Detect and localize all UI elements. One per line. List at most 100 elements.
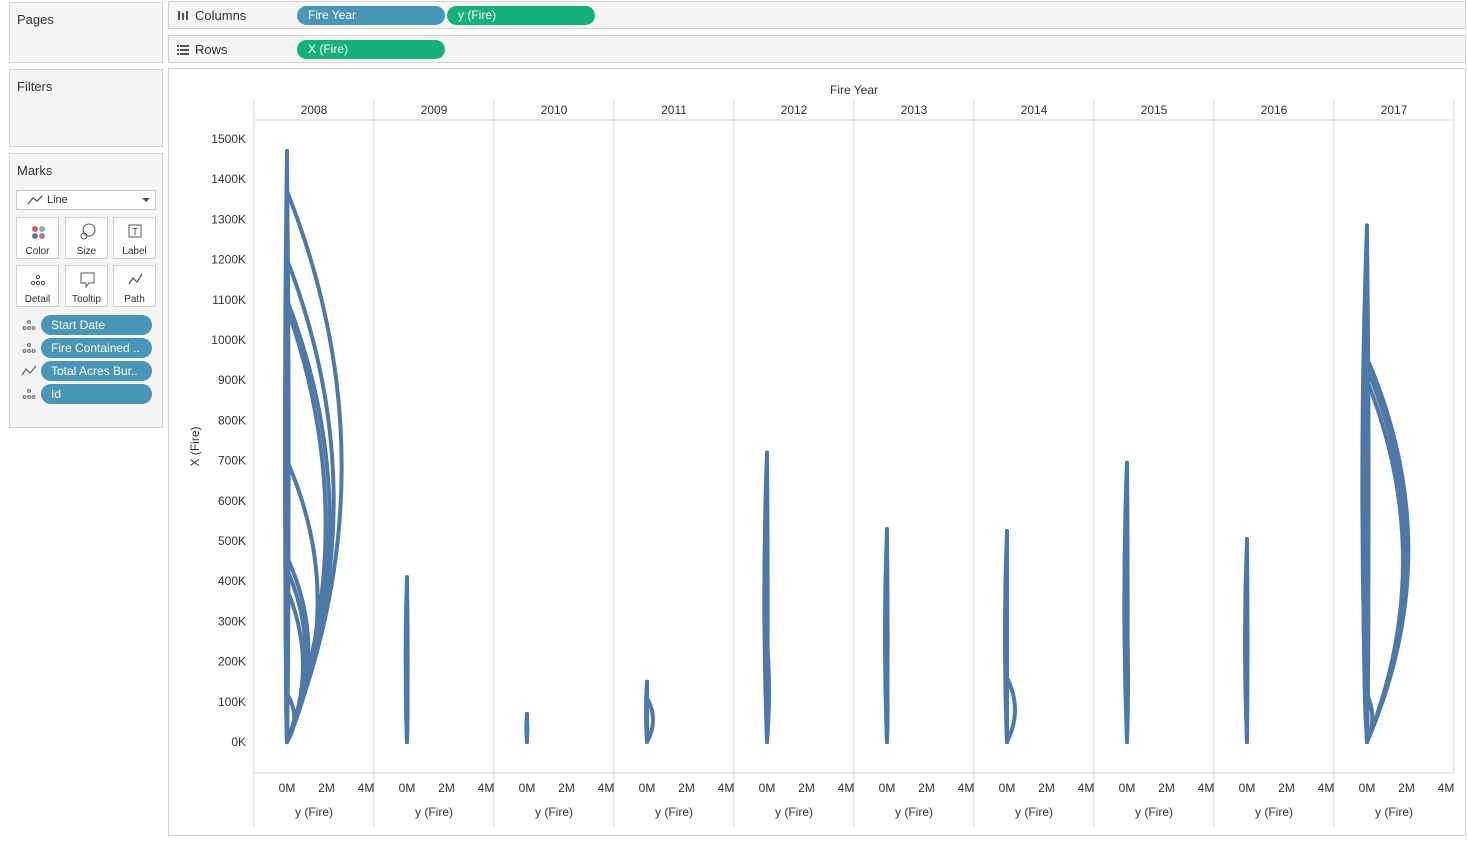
x-axis-title: y (Fire) bbox=[535, 805, 573, 819]
x-tick-label: 2M bbox=[1278, 781, 1295, 795]
marks-card: Marks Line Color Size T Label Detail Too… bbox=[9, 153, 163, 428]
x-tick-label: 4M bbox=[1078, 781, 1095, 795]
x-tick-label: 0M bbox=[279, 781, 296, 795]
mark-type-dropdown[interactable]: Line bbox=[16, 190, 156, 210]
y-tick-label: 200K bbox=[218, 655, 246, 669]
y-tick-label: 700K bbox=[218, 454, 246, 468]
rows-label: Rows bbox=[195, 42, 228, 57]
x-axis-title: y (Fire) bbox=[775, 805, 813, 819]
chevron-down-icon bbox=[142, 198, 150, 202]
x-tick-label: 0M bbox=[1119, 781, 1136, 795]
x-tick-label: 2M bbox=[558, 781, 575, 795]
x-tick-label: 2M bbox=[678, 781, 695, 795]
x-tick-label: 0M bbox=[759, 781, 776, 795]
color-button-label: Color bbox=[25, 246, 50, 257]
fire-line-2017-5 bbox=[1365, 378, 1405, 744]
color-button[interactable]: Color bbox=[16, 217, 59, 259]
marks-pill-row[interactable]: Id bbox=[21, 384, 166, 404]
y-tick-label: 600K bbox=[218, 494, 246, 508]
fire-line-chart[interactable]: Fire Year 2008 0M 2M 4M y (Fire) 2009 0M 2M 4M y (… bbox=[169, 69, 1465, 835]
y-tick-label: 800K bbox=[218, 413, 246, 427]
y-tick-label: 300K bbox=[218, 614, 246, 628]
detail-button[interactable]: Detail bbox=[16, 265, 59, 307]
columns-pill-fire-year[interactable]: Fire Year bbox=[297, 6, 445, 25]
x-axis-title: y (Fire) bbox=[415, 805, 453, 819]
x-tick-label: 2M bbox=[918, 781, 935, 795]
columns-shelf[interactable]: Columns Fire Year y (Fire) bbox=[168, 1, 1466, 29]
columns-shelf-label: Columns bbox=[177, 8, 246, 23]
tooltip-button-label: Tooltip bbox=[72, 294, 101, 305]
x-tick-label: 4M bbox=[478, 781, 495, 795]
label-button[interactable]: T Label bbox=[113, 217, 156, 259]
x-axis-title: y (Fire) bbox=[1015, 805, 1053, 819]
filters-title: Filters bbox=[17, 79, 53, 94]
size-button-label: Size bbox=[76, 246, 97, 257]
marks-pill-total-acres[interactable]: Total Acres Bur.. bbox=[41, 361, 152, 381]
x-tick-label: 2M bbox=[318, 781, 335, 795]
x-tick-label: 4M bbox=[1198, 781, 1215, 795]
path-button-label: Path bbox=[124, 294, 145, 305]
color-icon bbox=[32, 226, 45, 239]
path-button[interactable]: Path bbox=[113, 265, 156, 307]
x-tick-label: 0M bbox=[879, 781, 896, 795]
y-tick-label: 500K bbox=[218, 534, 246, 548]
tooltip-button[interactable]: Tooltip bbox=[65, 265, 108, 307]
columns-pill-y-fire[interactable]: y (Fire) bbox=[447, 6, 595, 25]
x-axis-title: y (Fire) bbox=[1135, 805, 1173, 819]
marks-pill-row[interactable]: Start Date bbox=[21, 315, 166, 335]
x-axis-title: y (Fire) bbox=[895, 805, 933, 819]
x-tick-label: 0M bbox=[999, 781, 1016, 795]
x-tick-label: 4M bbox=[838, 781, 855, 795]
marks-pill-row[interactable]: Fire Contained .. bbox=[21, 338, 166, 358]
x-tick-label: 4M bbox=[1438, 781, 1455, 795]
x-axis-title: y (Fire) bbox=[1375, 805, 1413, 819]
marks-pill-row[interactable]: Total Acres Bur.. bbox=[21, 361, 166, 381]
rows-shelf-label: Rows bbox=[177, 42, 228, 57]
panel-header-2008: 2008 bbox=[301, 103, 328, 117]
panel-header-2009: 2009 bbox=[421, 103, 448, 117]
x-tick-label: 0M bbox=[639, 781, 656, 795]
panel-header-2013: 2013 bbox=[901, 103, 928, 117]
panel-header-2014: 2014 bbox=[1021, 103, 1048, 117]
marks-pill-fire-contained[interactable]: Fire Contained .. bbox=[41, 338, 152, 358]
pages-title: Pages bbox=[17, 12, 54, 27]
marks-pill-id[interactable]: Id bbox=[41, 384, 152, 404]
x-tick-label: 2M bbox=[1158, 781, 1175, 795]
y-axis-title: X (Fire) bbox=[188, 427, 202, 467]
chart-area: Fire Year 2008 0M 2M 4M y (Fire) 2009 0M 2M 4M y (… bbox=[168, 68, 1466, 836]
label-icon: T bbox=[128, 224, 142, 238]
line-mark-icon bbox=[27, 195, 43, 205]
y-tick-label: 900K bbox=[218, 373, 246, 387]
panel-header-2011: 2011 bbox=[661, 103, 687, 117]
panel-header-2017: 2017 bbox=[1381, 103, 1408, 117]
rows-shelf[interactable]: Rows X (Fire) bbox=[168, 35, 1466, 63]
tooltip-icon bbox=[80, 272, 95, 289]
filters-card[interactable]: Filters bbox=[9, 69, 163, 147]
x-tick-label: 2M bbox=[438, 781, 455, 795]
pages-card[interactable]: Pages bbox=[9, 2, 163, 63]
y-tick-label: 1200K bbox=[211, 253, 246, 267]
marks-title: Marks bbox=[17, 163, 53, 178]
x-tick-label: 2M bbox=[1038, 781, 1055, 795]
x-tick-label: 4M bbox=[598, 781, 615, 795]
panel-header-2012: 2012 bbox=[781, 103, 808, 117]
y-tick-label: 400K bbox=[218, 574, 246, 588]
x-tick-label: 0M bbox=[1359, 781, 1376, 795]
column-header-title: Fire Year bbox=[830, 83, 878, 97]
x-tick-label: 4M bbox=[718, 781, 735, 795]
x-axis-title: y (Fire) bbox=[1255, 805, 1293, 819]
panel-header-2016: 2016 bbox=[1261, 103, 1288, 117]
x-tick-label: 2M bbox=[1398, 781, 1415, 795]
rows-pill-x-fire[interactable]: X (Fire) bbox=[297, 40, 445, 59]
x-tick-label: 4M bbox=[958, 781, 975, 795]
x-tick-label: 0M bbox=[1239, 781, 1256, 795]
size-button[interactable]: Size bbox=[65, 217, 108, 259]
panel-header-2015: 2015 bbox=[1141, 103, 1168, 117]
panel-header-2010: 2010 bbox=[541, 103, 568, 117]
x-tick-label: 4M bbox=[358, 781, 375, 795]
svg-text:T: T bbox=[132, 227, 138, 238]
path-icon bbox=[21, 365, 37, 376]
detail-icon bbox=[30, 274, 46, 286]
marks-pill-start-date[interactable]: Start Date bbox=[41, 315, 152, 335]
mark-type-label: Line bbox=[47, 194, 68, 206]
